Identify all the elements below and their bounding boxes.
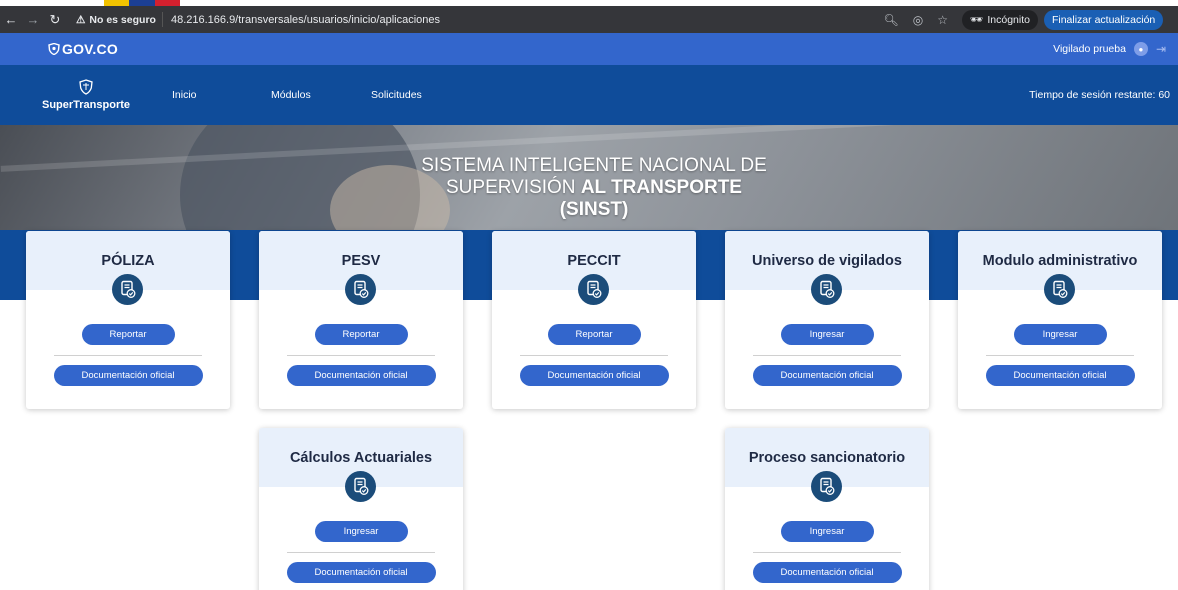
hero-title: SISTEMA INTELIGENTE NACIONAL DE SUPERVIS… (421, 155, 767, 220)
star-icon[interactable]: ☆ (937, 13, 948, 27)
session-timer: Tiempo de sesión restante: 60 (1029, 89, 1170, 101)
card-universo-vigilados: Universo de vigilados Ingresar Documentaci… (725, 231, 929, 409)
app-header: SuperTransporte Inicio Módulos Solicitud… (0, 65, 1178, 125)
nav-solicitudes[interactable]: Solicitudes (371, 89, 451, 101)
document-shield-icon (811, 274, 842, 305)
divider (287, 355, 435, 356)
documentacion-oficial-button[interactable]: Documentación oficial (985, 365, 1135, 386)
user-name: Vigilado prueba (1053, 43, 1126, 55)
update-button[interactable]: Finalizar actualización (1043, 9, 1164, 30)
card-pesv: PESV Reportar Documentación oficial (259, 231, 463, 409)
shield-logo-icon (79, 79, 93, 97)
zoom-icon[interactable]: 🔍︎ (884, 13, 899, 27)
govco-shield-icon (48, 43, 60, 55)
documentacion-oficial-button[interactable]: Documentación oficial (286, 562, 436, 583)
divider (520, 355, 668, 356)
nav-inicio[interactable]: Inicio (172, 89, 271, 101)
divider (753, 355, 901, 356)
card-poliza: PÓLIZA Reportar Documentación oficial (26, 231, 230, 409)
main-nav: Inicio Módulos Solicitudes (172, 89, 451, 101)
ingresar-button[interactable]: Ingresar (780, 324, 874, 345)
document-shield-icon (112, 274, 143, 305)
address-bar[interactable]: ⚠ No es seguro 48.216.166.9/transversale… (72, 9, 956, 30)
gov-bar: GOV.CO Vigilado prueba ● ⇥ (0, 33, 1178, 65)
divider (54, 355, 202, 356)
colombia-flag-strip (104, 0, 180, 6)
logout-icon[interactable]: ⇥ (1156, 42, 1166, 56)
card-modulo-administrativo: Modulo administrativo Ingresar Documentaci… (958, 231, 1162, 409)
incognito-icon: 🕶︎ (970, 14, 984, 26)
reportar-button[interactable]: Reportar (81, 324, 175, 345)
card-proceso-sancionatorio: Proceso sancionatorio Ingresar Documentaci… (725, 428, 929, 590)
browser-toolbar: ← → ↻ ⚠ No es seguro 48.216.166.9/transv… (0, 6, 1178, 33)
ingresar-button[interactable]: Ingresar (1013, 324, 1107, 345)
divider (986, 355, 1134, 356)
ingresar-button[interactable]: Ingresar (780, 521, 874, 542)
reportar-button[interactable]: Reportar (314, 324, 408, 345)
documentacion-oficial-button[interactable]: Documentación oficial (752, 562, 902, 583)
reportar-button[interactable]: Reportar (547, 324, 641, 345)
ingresar-button[interactable]: Ingresar (314, 521, 408, 542)
documentacion-oficial-button[interactable]: Documentación oficial (752, 365, 902, 386)
documentacion-oficial-button[interactable]: Documentación oficial (53, 365, 203, 386)
forward-icon[interactable]: → (22, 12, 44, 27)
warning-icon: ⚠ (76, 13, 86, 26)
divider (287, 552, 435, 553)
divider (753, 552, 901, 553)
supertransporte-logo[interactable]: SuperTransporte (40, 79, 132, 111)
document-shield-icon (345, 274, 376, 305)
reload-icon[interactable]: ↻ (44, 12, 66, 28)
documentacion-oficial-button[interactable]: Documentación oficial (519, 365, 669, 386)
document-shield-icon (578, 274, 609, 305)
document-shield-icon (345, 471, 376, 502)
document-shield-icon (1044, 274, 1075, 305)
card-calculos-actuariales: Cálculos Actuariales Ingresar Documentació… (259, 428, 463, 590)
user-avatar-icon[interactable]: ● (1133, 42, 1148, 56)
url-text[interactable]: 48.216.166.9/transversales/usuarios/inic… (163, 14, 440, 26)
hero-banner: SISTEMA INTELIGENTE NACIONAL DE SUPERVIS… (0, 125, 1178, 230)
back-icon[interactable]: ← (0, 12, 22, 27)
brand-name: SuperTransporte (41, 99, 131, 111)
incognito-badge[interactable]: 🕶︎ Incógnito (962, 9, 1038, 30)
documentacion-oficial-button[interactable]: Documentación oficial (286, 365, 436, 386)
card-peccit: PECCIT Reportar Documentación oficial (492, 231, 696, 409)
nav-modulos[interactable]: Módulos (271, 89, 371, 101)
security-warning[interactable]: ⚠ No es seguro (72, 12, 163, 27)
document-shield-icon (811, 471, 842, 502)
govco-logo[interactable]: GOV.CO (48, 41, 118, 57)
eye-off-icon[interactable]: ◎ (913, 13, 923, 27)
